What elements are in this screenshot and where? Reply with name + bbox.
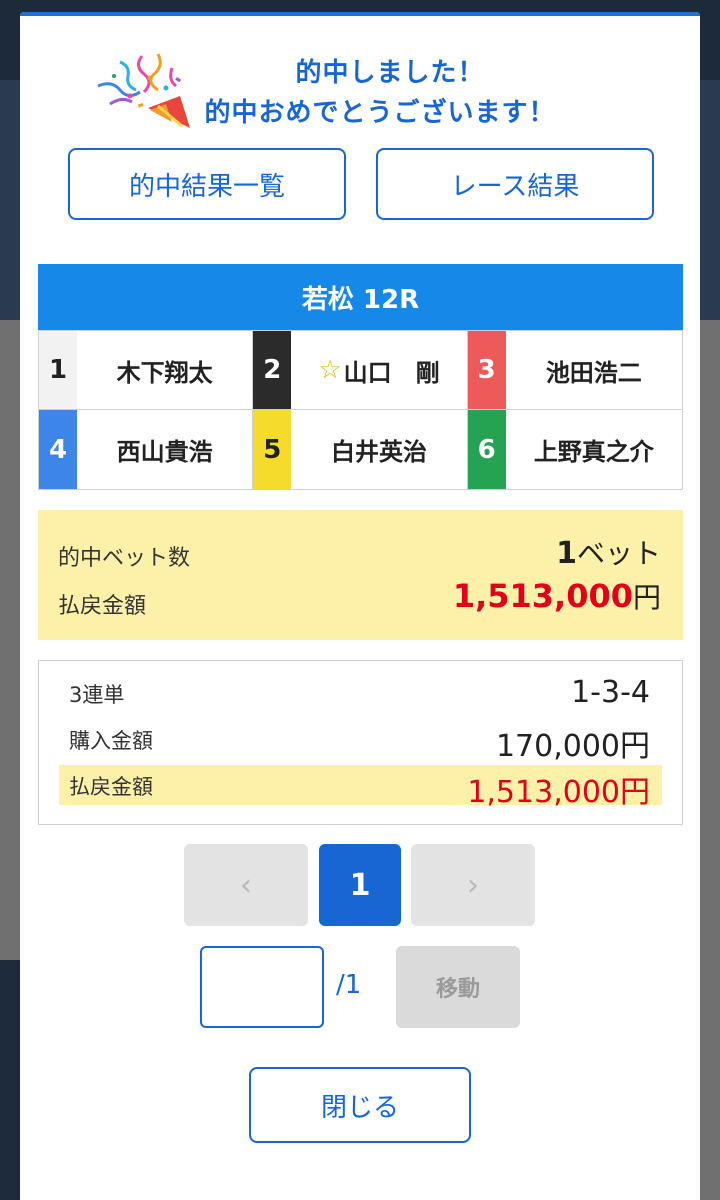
hit-list-button[interactable]: 的中結果一覧 [68, 148, 346, 220]
racer-4: 4 西山貴浩 [39, 410, 254, 489]
racer-name: 上野真之介 [533, 438, 654, 466]
racer-1: 1 木下翔太 [39, 331, 254, 410]
racer-name: 山口 剛 [343, 358, 440, 387]
backdrop-left-edge [0, 960, 20, 1200]
racer-number: 3 [467, 331, 506, 409]
bet-type: 3連単 [69, 683, 125, 707]
next-page-button[interactable]: › [411, 844, 535, 926]
payout-value: 1,513,000円 [453, 576, 661, 616]
hit-result-modal: 的中しました！ 的中おめでとうございます！ 的中結果一覧 レース結果 若松 12… [20, 12, 700, 1200]
hit-summary: 的中ベット数 1ベット 払戻金額 1,513,000円 [38, 510, 683, 640]
racer-6: 6 上野真之介 [467, 410, 682, 489]
racer-number: 4 [39, 410, 77, 489]
modal-top-border [20, 12, 700, 16]
page-jump-button[interactable]: 移動 [396, 946, 520, 1028]
page-total: /1 [336, 970, 362, 1000]
payout-unit: 円 [632, 581, 661, 614]
detail-payout-value: 1,513,000円 [467, 775, 650, 810]
prev-page-button[interactable]: ‹ [184, 844, 308, 926]
racer-name: 西山貴浩 [116, 438, 213, 466]
payout-amount: 1,513,000 [452, 577, 633, 615]
star-icon: ☆ [318, 355, 342, 385]
hit-bets-label: 的中ベット数 [58, 546, 191, 571]
payout-label: 払戻金額 [58, 594, 147, 619]
racer-2: 2 ☆ 山口 剛 [253, 331, 468, 410]
bet-combination: 1-3-4 [571, 675, 650, 710]
racer-name: 池田浩二 [545, 358, 642, 387]
racer-number: 1 [39, 331, 77, 409]
hit-bets-unit: ベット [576, 537, 661, 570]
current-page-button[interactable]: 1 [319, 844, 401, 926]
racer-number: 6 [467, 410, 506, 489]
racer-grid: 1 木下翔太 2 ☆ 山口 剛 3 池田浩二 4 西山貴浩 5 白井英治 6 上野… [38, 330, 683, 490]
hit-message-line1: 的中しました！ [295, 58, 485, 88]
hit-bets-count: 1 [556, 536, 577, 571]
racer-5: 5 白井英治 [253, 410, 468, 489]
race-result-button[interactable]: レース結果 [376, 148, 654, 220]
purchase-value: 170,000円 [495, 729, 650, 764]
racer-number: 5 [253, 410, 292, 489]
close-button[interactable]: 閉じる [249, 1067, 471, 1143]
hit-message-line2: 的中おめでとうございます！ [204, 98, 556, 128]
racer-name: 木下翔太 [116, 358, 213, 387]
page-jump-input[interactable] [200, 946, 324, 1028]
hit-bets-value: 1ベット [556, 532, 661, 572]
racer-3: 3 池田浩二 [467, 331, 682, 410]
purchase-label: 購入金額 [69, 729, 153, 753]
racer-name-cell: ☆ 山口 剛 [291, 331, 466, 409]
racer-number: 2 [253, 331, 292, 409]
racer-name: 白井英治 [330, 438, 427, 466]
detail-payout-label: 払戻金額 [69, 775, 153, 799]
bet-detail: 3連単 1-3-4 購入金額 170,000円 払戻金額 1,513,000円 [38, 660, 683, 825]
race-title: 若松 12R [38, 264, 683, 330]
